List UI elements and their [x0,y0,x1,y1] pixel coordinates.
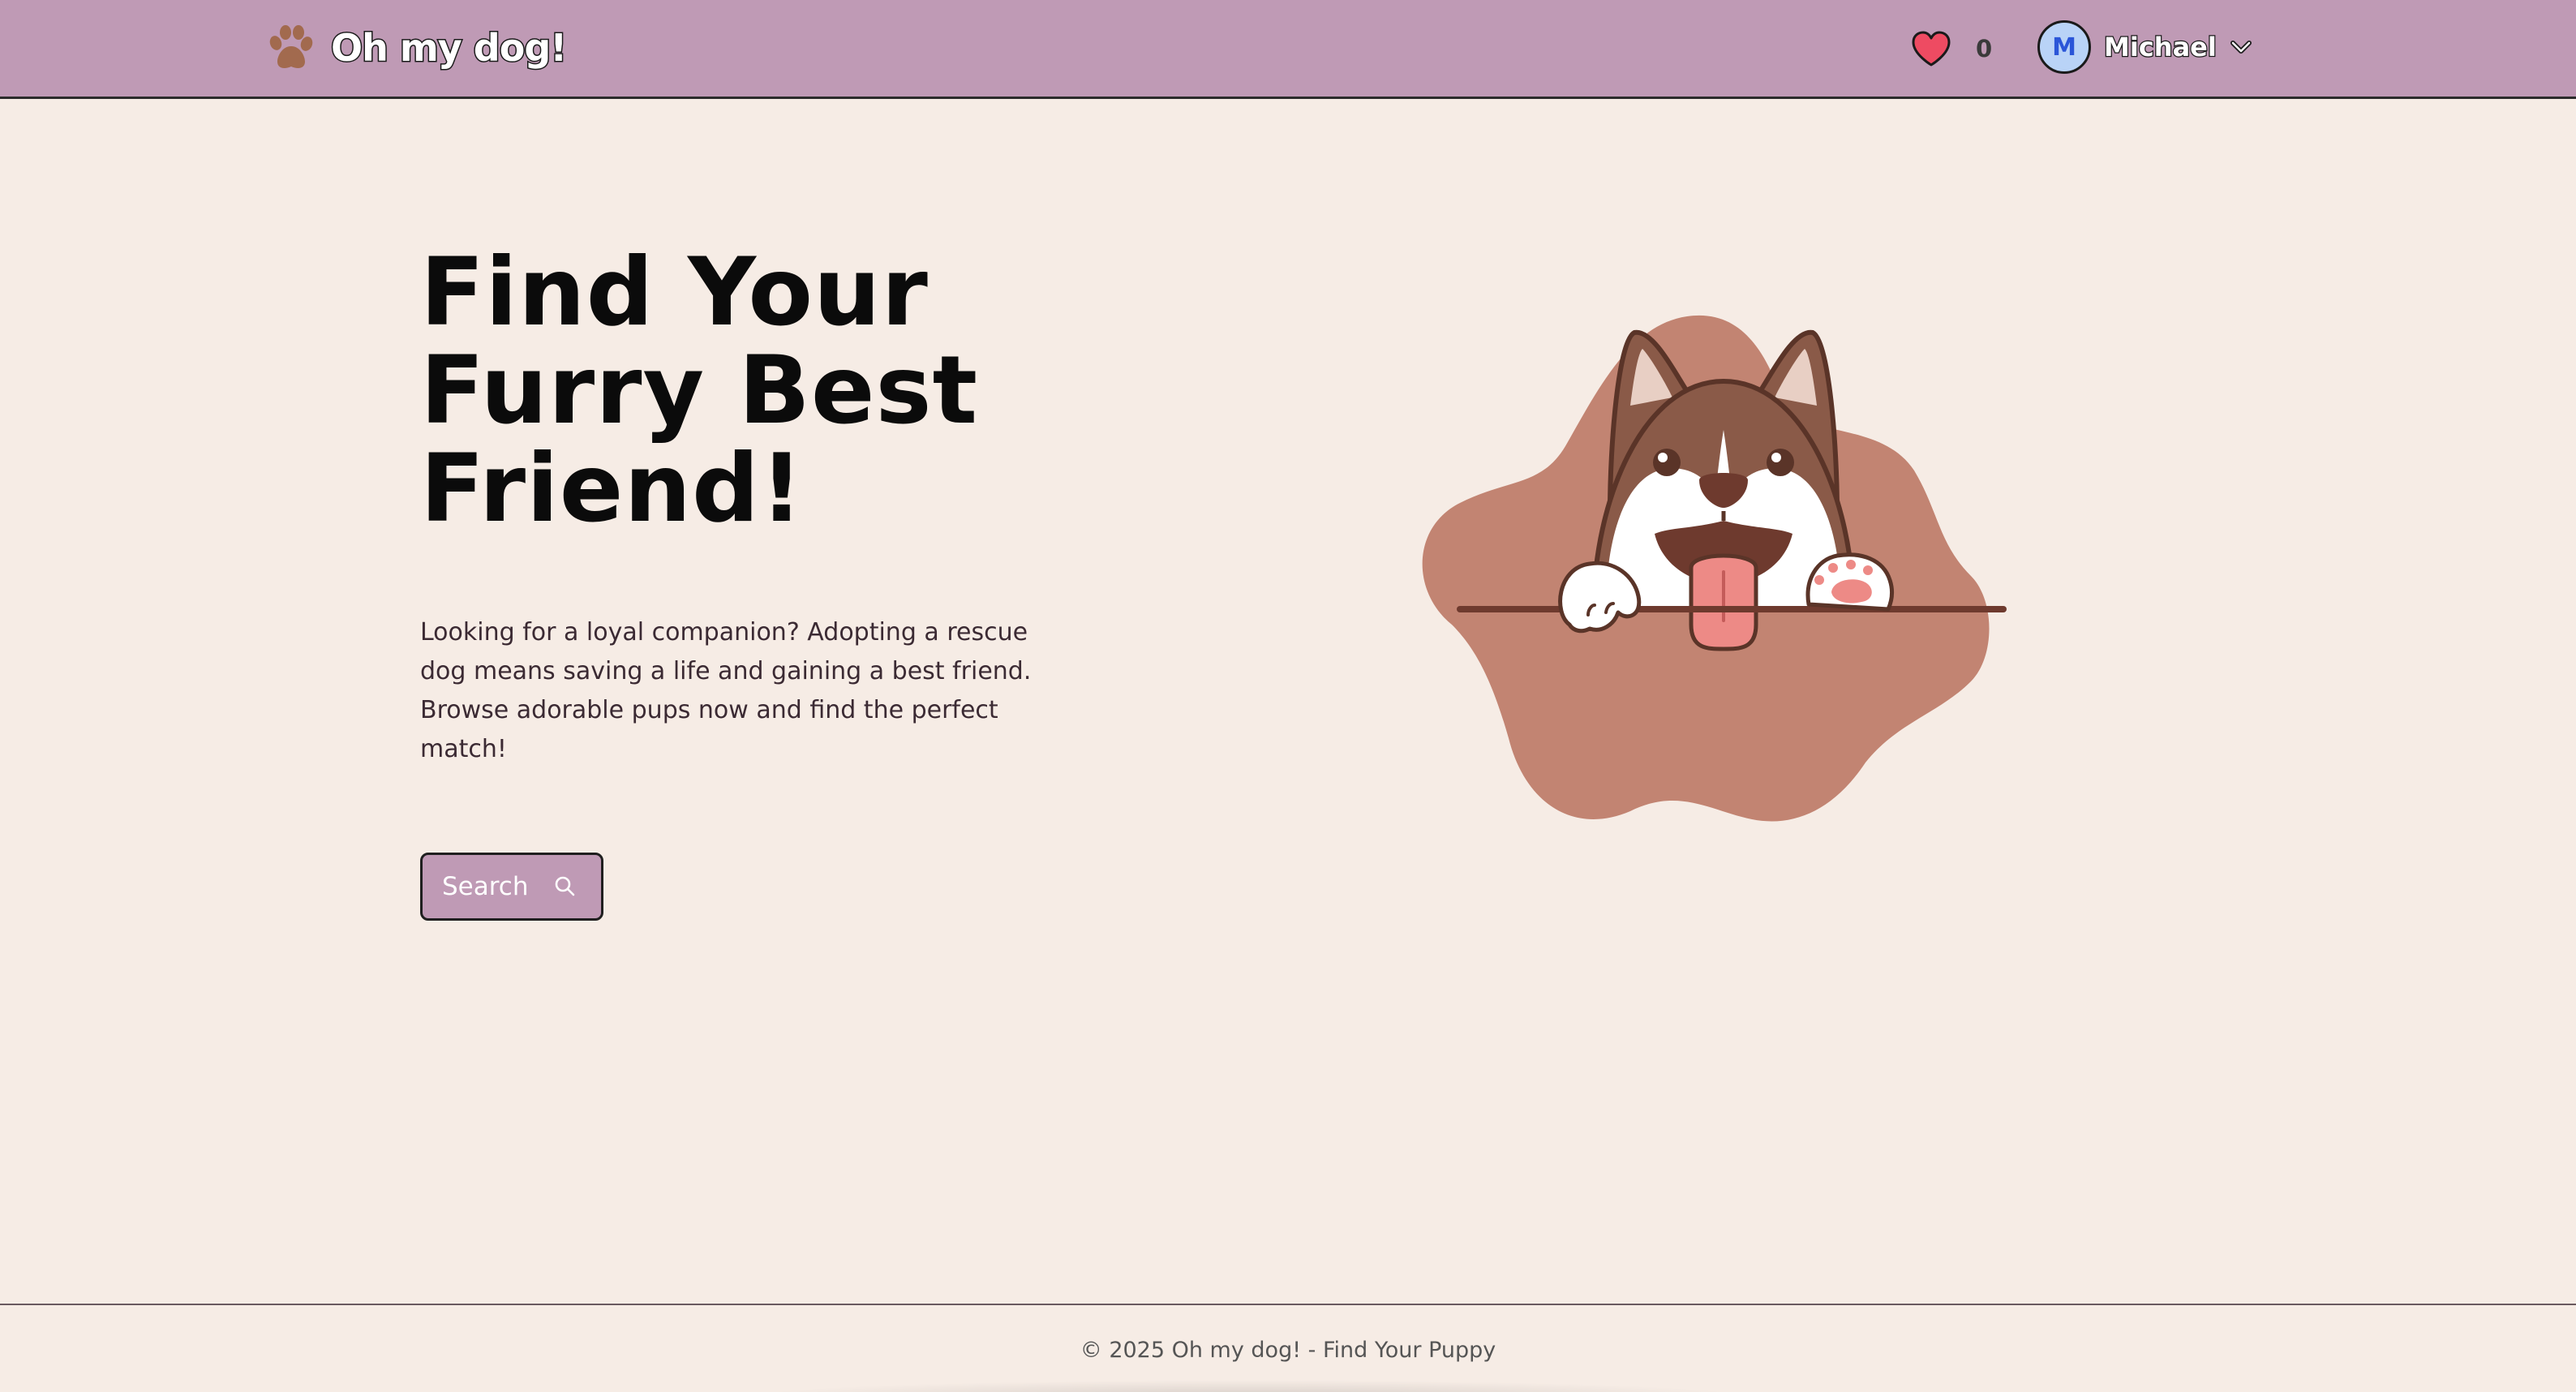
avatar: M [2037,20,2091,74]
chevron-down-icon [2230,41,2252,54]
favorites-count: 0 [1976,35,1993,62]
paw-icon [269,25,313,68]
search-button[interactable]: Search [420,853,603,921]
user-name: Michael [2103,31,2218,64]
hero-title-line: Furry Best [420,336,979,445]
search-button-label: Search [442,872,529,901]
page-footer: © 2025 Oh my dog! - Find Your Puppy [0,1304,2576,1392]
brand-link[interactable]: Oh my dog! [268,18,569,78]
hero-description: Looking for a loyal companion? Adopting … [420,618,1032,763]
hero-title: Find Your Furry Best Friend! [420,243,1037,538]
footer-copyright: © 2025 Oh my dog! - Find Your Puppy [1080,1338,1496,1363]
user-menu[interactable]: M Michael [2037,19,2252,75]
search-icon [555,876,574,896]
hero-title-line: Find Your [420,238,929,347]
top-navbar: Oh my dog! 0 M Michael [0,0,2576,99]
heart-icon [1912,31,1951,67]
husky-puppy-illustration [1422,315,2007,822]
hero-title-line: Friend! [420,434,804,543]
footer-shadow [746,1380,1752,1392]
brand-name: Oh my dog! [329,25,568,71]
favorites-button[interactable]: 0 [1911,24,1992,73]
